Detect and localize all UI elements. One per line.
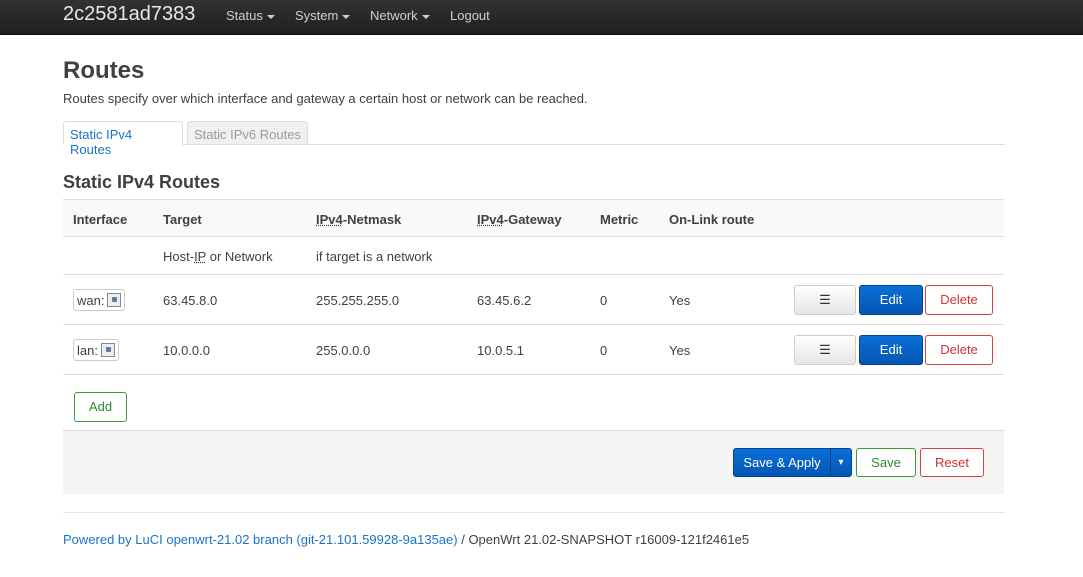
metric-cell: 0 bbox=[600, 343, 608, 358]
col-gateway: IPv4-Gateway bbox=[477, 212, 562, 227]
network-port-icon bbox=[100, 343, 115, 357]
network-port-icon bbox=[107, 293, 122, 307]
add-route-button[interactable]: Add bbox=[74, 392, 127, 422]
target-desc-post: or Network bbox=[206, 249, 273, 264]
col-onlink: On-Link route bbox=[669, 212, 755, 227]
nav-system-label: System bbox=[295, 8, 339, 23]
nav-status-label: Status bbox=[226, 8, 263, 23]
netmask-description: if target is a network bbox=[316, 249, 433, 264]
edit-button[interactable]: Edit bbox=[859, 285, 923, 315]
chevron-down-icon bbox=[421, 14, 430, 19]
table-row: wan: 63.45.8.0 255.255.255.0 63.45.6.2 0… bbox=[63, 275, 1004, 325]
tab-static-ipv4-routes[interactable]: Static IPv4 Routes bbox=[63, 121, 183, 157]
ipv4-abbr: IPv4 bbox=[316, 212, 343, 227]
save-button[interactable]: Save bbox=[856, 448, 916, 477]
delete-button[interactable]: Delete bbox=[925, 285, 993, 315]
onlink-cell: Yes bbox=[669, 343, 691, 358]
nav-network-menu[interactable]: Network bbox=[370, 8, 430, 23]
nav-status-menu[interactable]: Status bbox=[226, 8, 275, 23]
edit-button[interactable]: Edit bbox=[859, 335, 923, 365]
luci-link[interactable]: Powered by LuCI openwrt-21.02 branch (gi… bbox=[63, 532, 458, 547]
metric-cell: 0 bbox=[600, 293, 608, 308]
chevron-down-icon bbox=[266, 14, 275, 19]
footer: Powered by LuCI openwrt-21.02 branch (gi… bbox=[63, 532, 749, 547]
interface-badge: wan: bbox=[73, 289, 126, 311]
nav-logout-link[interactable]: Logout bbox=[450, 8, 490, 23]
footer-version: / OpenWrt 21.02-SNAPSHOT r16009-121f2461… bbox=[457, 532, 750, 547]
col-netmask-rest: -Netmask bbox=[342, 212, 402, 227]
col-netmask: IPv4-Netmask bbox=[316, 212, 401, 227]
drag-handle-button[interactable]: ☰ bbox=[794, 335, 856, 365]
hostname-brand[interactable]: 2c2581ad7383 bbox=[63, 3, 195, 26]
form-actions-bar: Save & Apply ▾ Save Reset bbox=[63, 430, 1004, 494]
reset-button[interactable]: Reset bbox=[920, 448, 984, 477]
interface-label: lan: bbox=[77, 343, 98, 358]
col-metric: Metric bbox=[600, 212, 639, 227]
save-apply-button[interactable]: Save & Apply bbox=[733, 448, 831, 477]
interface-badge: lan: bbox=[73, 339, 119, 361]
save-apply-dropdown-button[interactable]: ▾ bbox=[830, 448, 852, 477]
section-title: Static IPv4 Routes bbox=[63, 172, 221, 192]
table-description-row: Host-IP or Network if target is a networ… bbox=[63, 237, 1004, 275]
chevron-down-icon bbox=[342, 14, 351, 19]
netmask-cell: 255.0.0.0 bbox=[316, 343, 371, 358]
table-header: Interface Target IPv4-Netmask IPv4-Gatew… bbox=[63, 199, 1004, 237]
col-gateway-rest: -Gateway bbox=[503, 212, 562, 227]
footer-divider bbox=[63, 512, 1005, 513]
nav-network-label: Network bbox=[370, 8, 418, 23]
drag-handle-button[interactable]: ☰ bbox=[794, 285, 856, 315]
table-row: lan: 10.0.0.0 255.0.0.0 10.0.5.1 0 Yes ☰… bbox=[63, 325, 1004, 375]
target-cell: 63.45.8.0 bbox=[163, 293, 218, 308]
col-target: Target bbox=[163, 212, 202, 227]
target-description: Host-IP or Network bbox=[163, 249, 273, 264]
target-cell: 10.0.0.0 bbox=[163, 343, 210, 358]
target-desc-pre: Host- bbox=[163, 249, 195, 264]
top-navbar: 2c2581ad7383 Status System Network Logou… bbox=[0, 0, 1083, 35]
tab-static-ipv6-routes[interactable]: Static IPv6 Routes bbox=[187, 121, 308, 145]
page-description: Routes specify over which interface and … bbox=[63, 91, 588, 106]
col-interface: Interface bbox=[73, 212, 128, 227]
onlink-cell: Yes bbox=[669, 293, 691, 308]
gateway-cell: 63.45.6.2 bbox=[477, 293, 532, 308]
netmask-cell: 255.255.255.0 bbox=[316, 293, 400, 308]
page-title: Routes bbox=[63, 57, 145, 84]
nav-system-menu[interactable]: System bbox=[295, 8, 351, 23]
ip-abbr: IP bbox=[194, 249, 207, 264]
delete-button[interactable]: Delete bbox=[925, 335, 993, 365]
gateway-cell: 10.0.5.1 bbox=[477, 343, 524, 358]
ipv4-abbr: IPv4 bbox=[477, 212, 504, 227]
interface-label: wan: bbox=[77, 293, 105, 308]
